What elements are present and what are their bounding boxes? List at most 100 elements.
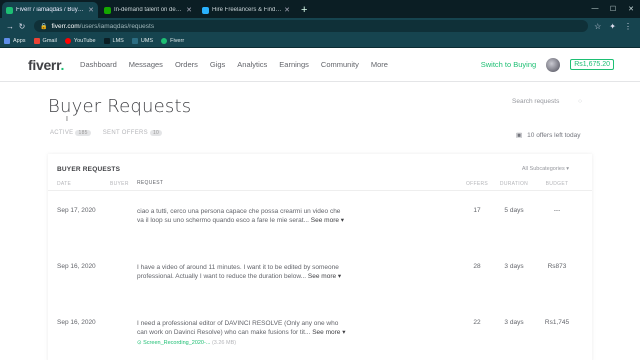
bookmark-star-icon[interactable]: ☆ [594, 22, 601, 31]
row-request: ciao a tutti, cerco una persona capace c… [137, 207, 347, 225]
request-tabs: ACTIVE 185 SENT OFFERS 10 [50, 130, 163, 136]
address-bar-row: → ↻ 🔒 fiverr.com/users/iamaqdas/requests… [0, 18, 640, 34]
tab-active[interactable]: ACTIVE 185 [50, 130, 91, 136]
logo-dot: . [60, 56, 65, 73]
balance-badge[interactable]: Rs1,675.20 [570, 59, 614, 70]
close-tab-icon[interactable]: ✕ [284, 6, 290, 14]
row-offers: 22 [473, 319, 481, 326]
url-path: /users/iamaqdas/requests [79, 22, 155, 30]
avatar[interactable] [546, 57, 561, 72]
request-line2: can work on Davinci Resolve) who can mak… [137, 329, 311, 336]
table-row[interactable]: Sep 16, 2020 I have a video of around 11… [48, 247, 592, 303]
bookmark-lms[interactable]: LMS [103, 37, 124, 44]
tab-title: In-demand talent on demand.™ [114, 7, 185, 13]
browser-tab-bar: Fiverr / iamaqdas / Buyer Reque... ✕ In-… [0, 0, 640, 18]
fiverr-icon [161, 37, 168, 44]
tab-title: Fiverr / iamaqdas / Buyer Reque... [16, 7, 86, 13]
see-more-link[interactable]: See more ▾ [308, 273, 341, 280]
row-budget: --- [553, 207, 561, 214]
browser-tab-upwork[interactable]: In-demand talent on demand.™ ✕ [100, 2, 196, 18]
maximize-icon[interactable]: ☐ [604, 5, 622, 13]
page-title: Buyer Requests [48, 96, 192, 117]
close-tab-icon[interactable]: ✕ [88, 6, 94, 14]
row-date: Sep 16, 2020 [57, 319, 96, 326]
fiverr-logo[interactable]: fiverr. [28, 57, 64, 73]
offers-left-text: 10 offers left today [527, 131, 581, 139]
bookmark-gmail[interactable]: Gmail [33, 37, 57, 44]
col-date: DATE [57, 180, 72, 187]
upwork-favicon-icon [104, 6, 111, 14]
table-header-row: DATE BUYER REQUEST OFFERS DURATION BUDGE… [48, 177, 592, 191]
attachment-name: Screen_Recording_2020-... [143, 340, 211, 346]
table-heading: BUYER REQUESTS [57, 165, 121, 173]
col-budget: BUDGET [545, 180, 569, 187]
attachment-size: (3.26 MB) [211, 340, 237, 346]
site-header: fiverr. Dashboard Messages Orders Gigs A… [0, 48, 640, 82]
tab-sent-offers[interactable]: SENT OFFERS 10 [102, 130, 163, 136]
row-date: Sep 16, 2020 [57, 263, 96, 270]
bookmark-label: Gmail [42, 37, 57, 44]
nav-community[interactable]: Community [321, 60, 359, 69]
row-request: I need a professional editor of DAVINCI … [137, 319, 347, 348]
nav-analytics[interactable]: Analytics [237, 60, 267, 69]
forward-icon[interactable]: → [4, 22, 16, 31]
browser-tab-freelancer[interactable]: Hire Freelancers & Find Freelanc... ✕ [198, 2, 294, 18]
nav-messages[interactable]: Messages [129, 60, 163, 69]
logo-text: fiverr [28, 56, 61, 73]
bookmark-fiverr[interactable]: Fiverr [161, 37, 184, 44]
col-duration: DURATION [499, 180, 529, 187]
tab-active-count: 185 [75, 130, 91, 136]
chevron-down-icon: ▾ [340, 217, 345, 224]
nav-gigs[interactable]: Gigs [210, 60, 225, 69]
lock-icon[interactable]: 🔒 [40, 23, 47, 30]
close-tab-icon[interactable]: ✕ [186, 6, 192, 14]
freelancer-favicon-icon [202, 6, 209, 14]
attachment-link[interactable]: ⊙ Screen_Recording_2020-... (3.26 MB) [137, 339, 347, 348]
see-more-link[interactable]: See more ▾ [311, 217, 344, 224]
nav-dashboard[interactable]: Dashboard [80, 60, 117, 69]
browser-tab-fiverr[interactable]: Fiverr / iamaqdas / Buyer Reque... ✕ [2, 2, 98, 18]
reload-icon[interactable]: ↻ [16, 22, 28, 31]
table-row[interactable]: Sep 17, 2020 ciao a tutti, cerco una per… [48, 191, 592, 247]
row-duration: 5 days [504, 207, 524, 214]
nav-orders[interactable]: Orders [175, 60, 198, 69]
new-tab-button[interactable]: + [296, 4, 312, 18]
subcategory-select[interactable]: All Subcategories ▾ [522, 166, 569, 172]
bookmarks-bar: Apps Gmail YouTube LMS UMS Fiverr [0, 34, 640, 48]
chevron-down-icon: ▾ [342, 329, 346, 336]
search-icon[interactable]: ○ [578, 98, 582, 105]
apps-icon [4, 37, 10, 44]
switch-to-buying-link[interactable]: Switch to Buying [481, 60, 536, 69]
minimize-icon[interactable]: — [586, 5, 604, 13]
request-line1: I have a video of around 11 minutes. I w… [137, 264, 339, 271]
tab-sent-count: 10 [149, 130, 163, 136]
col-request: REQUEST [137, 180, 164, 186]
bookmark-ums[interactable]: UMS [131, 37, 153, 44]
request-line1: I need a professional editor of DAVINCI … [137, 320, 339, 327]
close-window-icon[interactable]: ✕ [622, 5, 640, 13]
row-offers: 28 [473, 263, 481, 270]
tab-sent-label: SENT OFFERS [102, 130, 148, 136]
url-input[interactable]: 🔒 fiverr.com/users/iamaqdas/requests [34, 20, 589, 32]
extensions-icon[interactable]: ✦ [609, 22, 616, 31]
nav-more[interactable]: More [371, 60, 388, 69]
chevron-down-icon: ▾ [337, 273, 342, 280]
bookmark-apps[interactable]: Apps [4, 37, 26, 44]
see-more-link[interactable]: See more ▾ [312, 329, 345, 336]
menu-icon[interactable]: ⋮ [624, 22, 632, 31]
youtube-icon [64, 37, 71, 44]
tab-title: Hire Freelancers & Find Freelanc... [212, 7, 283, 13]
bookmark-label: LMS [112, 37, 124, 44]
row-request: I have a video of around 11 minutes. I w… [137, 263, 347, 281]
nav-earnings[interactable]: Earnings [279, 60, 309, 69]
table-row[interactable]: Sep 16, 2020 I need a professional edito… [48, 303, 592, 359]
window-controls: — ☐ ✕ [586, 5, 640, 13]
row-budget: Rs873 [547, 263, 567, 270]
requests-table: BUYER REQUESTS All Subcategories ▾ DATE … [48, 154, 592, 360]
url-host: fiverr.com [51, 22, 80, 30]
search-input[interactable]: Search requests ○ [512, 98, 582, 105]
row-duration: 3 days [504, 319, 524, 326]
bookmark-youtube[interactable]: YouTube [64, 37, 96, 44]
main-nav: Dashboard Messages Orders Gigs Analytics… [80, 60, 388, 69]
row-offers: 17 [473, 207, 481, 214]
